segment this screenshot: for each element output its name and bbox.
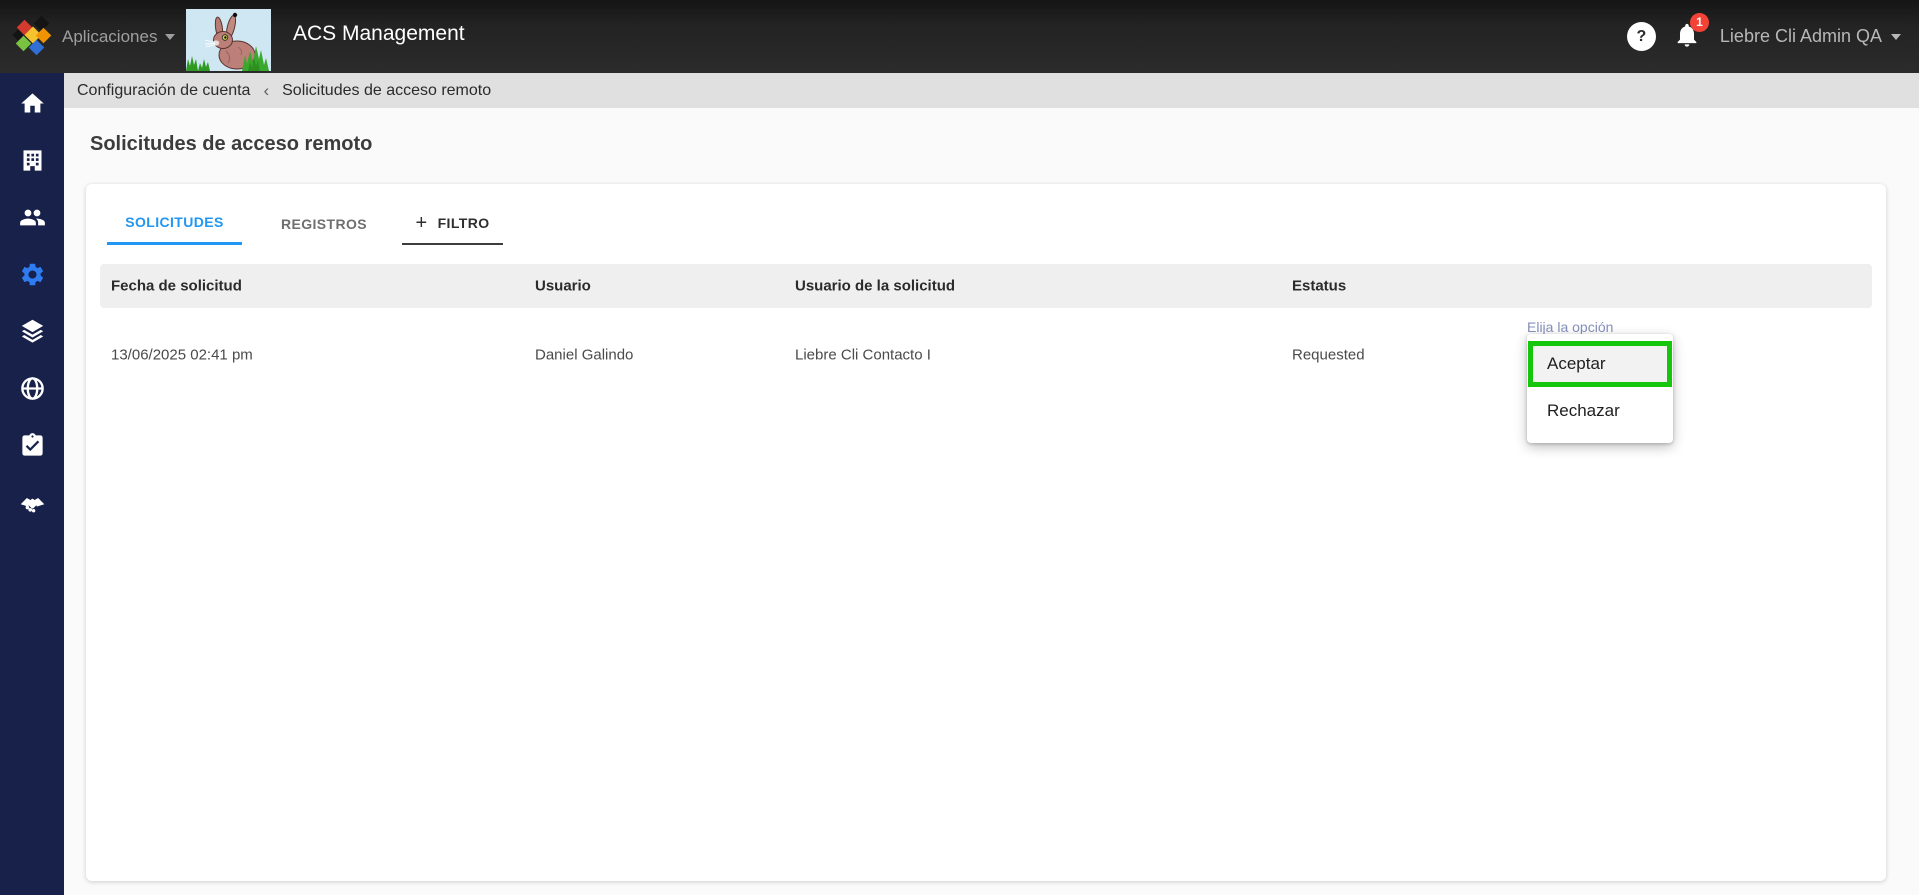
aplicaciones-label: Aplicaciones	[62, 26, 158, 46]
filter-button[interactable]: + FILTRO	[402, 202, 503, 245]
people-icon	[19, 209, 45, 226]
sidebar-item-home[interactable]	[0, 75, 64, 132]
sidebar-item-tasks[interactable]	[0, 417, 64, 474]
notifications-button[interactable]: 1	[1673, 12, 1709, 54]
app-title: ACS Management	[293, 22, 465, 45]
column-header-estatus: Estatus	[1292, 277, 1347, 295]
column-header-usuario: Usuario	[535, 277, 591, 295]
cell-fecha: 13/06/2025 02:41 pm	[111, 346, 253, 364]
tab-solicitudes[interactable]: SOLICITUDES	[107, 202, 242, 245]
tab-bar: SOLICITUDES REGISTROS + FILTRO	[107, 202, 503, 245]
breadcrumb-separator-icon: ‹	[263, 80, 270, 100]
handshake-icon	[20, 498, 44, 513]
rabbit-brand-image	[186, 9, 271, 71]
caret-down-icon	[1891, 33, 1901, 40]
sidebar-item-partners[interactable]	[0, 474, 64, 531]
sidebar-item-layers[interactable]	[0, 303, 64, 360]
user-name-label: Liebre Cli Admin QA	[1719, 26, 1882, 46]
caret-down-icon	[165, 33, 176, 40]
menu-option-aceptar-label: Aceptar	[1547, 354, 1606, 373]
pinwheel-logo-icon	[12, 15, 52, 56]
cell-usuario: Daniel Galindo	[535, 346, 634, 364]
plus-icon: +	[415, 211, 428, 234]
filter-button-label: FILTRO	[437, 214, 490, 231]
breadcrumb-parent[interactable]: Configuración de cuenta	[77, 82, 250, 100]
sidebar-item-building[interactable]	[0, 132, 64, 189]
aplicaciones-menu[interactable]: Aplicaciones	[62, 0, 176, 73]
menu-option-aceptar[interactable]: Aceptar	[1528, 341, 1672, 387]
settings-icon	[21, 263, 43, 286]
layers-icon	[21, 319, 43, 343]
breadcrumb-current: Solicitudes de acceso remoto	[282, 81, 492, 99]
app-launcher-logo-icon[interactable]	[12, 14, 54, 60]
header-actions: ? 1 Liebre Cli Admin QA	[1626, 0, 1901, 73]
tab-solicitudes-label: SOLICITUDES	[125, 214, 224, 230]
table-header-row: Fecha de solicitud Usuario Usuario de la…	[100, 264, 1872, 308]
column-header-fecha: Fecha de solicitud	[111, 277, 242, 295]
sidebar-item-globe[interactable]	[0, 360, 64, 417]
sidebar-item-users[interactable]	[0, 189, 64, 246]
building-icon	[23, 150, 41, 171]
cell-usuario-solicitud: Liebre Cli Contacto I	[795, 346, 931, 364]
tab-registros-label: REGISTROS	[280, 215, 368, 232]
requests-card: SOLICITUDES REGISTROS + FILTRO Fecha de …	[86, 184, 1886, 881]
left-nav-sidebar	[0, 73, 64, 895]
home-icon	[20, 93, 44, 113]
action-select[interactable]: Elija la opción	[1527, 319, 1613, 335]
tab-registros[interactable]: REGISTROS	[277, 202, 371, 245]
action-dropdown-menu: Aceptar Rechazar	[1527, 334, 1673, 443]
clipboard-check-icon	[21, 433, 43, 456]
menu-option-rechazar-label: Rechazar	[1547, 400, 1620, 420]
help-button[interactable]: ?	[1626, 22, 1656, 51]
menu-option-rechazar[interactable]: Rechazar	[1527, 387, 1673, 434]
breadcrumb: Configuración de cuenta ‹ Solicitudes de…	[64, 73, 1919, 108]
user-account-menu[interactable]: Liebre Cli Admin QA	[1720, 26, 1901, 47]
sidebar-item-settings-active[interactable]	[0, 246, 64, 303]
globe-icon	[20, 377, 44, 400]
top-header-bar: Aplicaciones ACS Management ? 1 Liebre C…	[0, 0, 1919, 73]
page-title: Solicitudes de acceso remoto	[90, 133, 373, 155]
help-icon: ?	[1636, 27, 1647, 45]
notification-badge: 1	[1689, 12, 1709, 32]
cell-estatus: Requested	[1292, 346, 1365, 364]
column-header-usuario-solicitud: Usuario de la solicitud	[795, 277, 956, 295]
